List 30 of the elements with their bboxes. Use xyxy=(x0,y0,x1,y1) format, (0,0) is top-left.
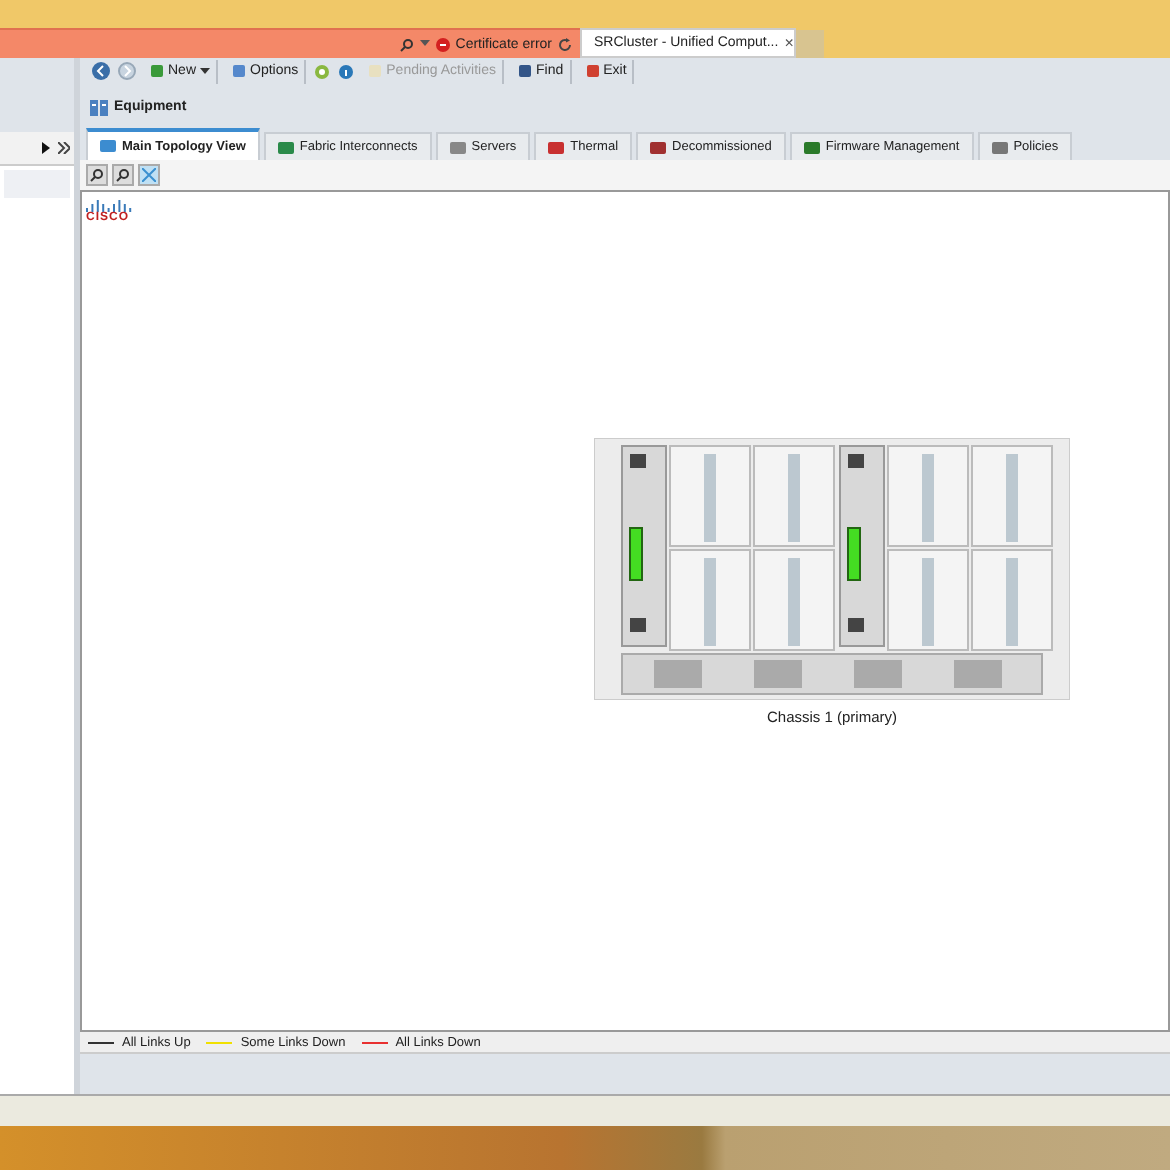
toolbar-item-icon xyxy=(232,64,247,78)
tab-icon xyxy=(991,141,1008,153)
tab-icon xyxy=(803,141,820,153)
toolbar-item-icon xyxy=(585,64,600,78)
tab-icon xyxy=(277,141,294,153)
tab-icon xyxy=(449,141,466,153)
toolbar-item-icon xyxy=(518,64,533,78)
tab-icon xyxy=(100,140,116,152)
tab-icon xyxy=(548,141,565,153)
info-icon[interactable] xyxy=(338,63,355,79)
help-icon[interactable] xyxy=(314,63,331,79)
dropdown-icon[interactable] xyxy=(419,40,430,48)
toolbar-item-icon xyxy=(368,64,383,78)
caret-icon xyxy=(200,67,211,75)
search-icon[interactable] xyxy=(399,37,414,51)
tab-icon xyxy=(650,141,667,153)
zoom-in-button[interactable] xyxy=(86,164,108,186)
panel-header xyxy=(0,58,74,132)
close-icon[interactable]: × xyxy=(784,34,794,52)
equipment-icon xyxy=(90,97,110,115)
toolbar-item-icon xyxy=(150,64,164,78)
logo-bars-icon xyxy=(86,200,134,212)
zoom-out-button[interactable] xyxy=(112,164,134,186)
double-chevron-icon[interactable] xyxy=(58,142,70,154)
error-icon xyxy=(435,37,450,51)
chassis-drawing[interactable] xyxy=(594,438,1070,700)
refresh-icon[interactable] xyxy=(558,37,572,51)
back-icon[interactable] xyxy=(92,62,110,80)
forward-icon[interactable] xyxy=(118,62,136,80)
expand-arrow-icon[interactable] xyxy=(42,142,50,154)
